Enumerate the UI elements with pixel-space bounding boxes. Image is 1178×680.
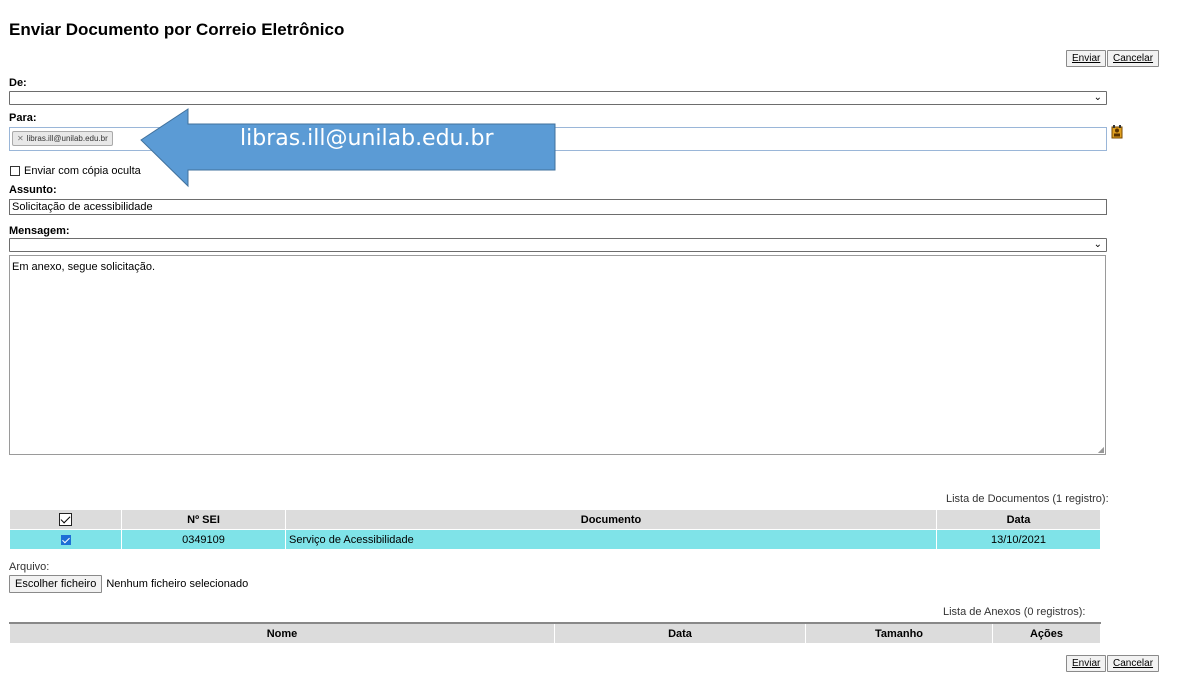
from-select[interactable]: ⌄ <box>9 91 1107 105</box>
attachment-date-header: Data <box>554 622 806 644</box>
contacts-icon[interactable] <box>1110 124 1124 140</box>
sei-cell: 0349109 <box>121 529 286 550</box>
remove-recipient-icon[interactable]: ✕ <box>17 134 24 143</box>
attachments-table: Nome Data Tamanho Ações <box>9 622 1101 644</box>
recipient-tag[interactable]: ✕ libras.ill@unilab.edu.br <box>12 131 113 146</box>
cancel-button-label: Cancelar <box>1113 658 1154 669</box>
send-button-bottom[interactable]: Enviar <box>1066 655 1107 672</box>
send-button-label: Enviar <box>1072 658 1101 669</box>
message-label: Mensagem: <box>9 225 70 237</box>
bcc-checkbox[interactable] <box>10 166 20 176</box>
resize-handle-icon[interactable]: ◢ <box>1098 445 1104 454</box>
document-header: Documento <box>285 509 937 530</box>
bcc-option[interactable]: Enviar com cópia oculta <box>10 165 141 177</box>
date-header: Data <box>936 509 1101 530</box>
cancel-button-label: Cancelar <box>1113 53 1154 64</box>
from-label: De: <box>9 77 27 89</box>
actions-header: Ações <box>992 622 1101 644</box>
choose-file-button[interactable]: Escolher ficheiro <box>9 575 103 593</box>
message-textarea[interactable]: Em anexo, segue solicitação. ◢ <box>9 255 1106 455</box>
page-title: Enviar Documento por Correio Eletrônico <box>9 20 345 39</box>
date-cell: 13/10/2021 <box>936 529 1101 550</box>
subject-input[interactable]: Solicitação de acessibilidade <box>9 199 1107 215</box>
select-all-checkbox[interactable] <box>59 513 72 526</box>
size-header: Tamanho <box>805 622 993 644</box>
attachments-caption: Lista de Anexos (0 registros): <box>943 606 1086 618</box>
to-label: Para: <box>9 112 37 124</box>
sei-header: Nº SEI <box>121 509 286 530</box>
file-picker[interactable]: Escolher ficheiro Nenhum ficheiro seleci… <box>9 575 248 593</box>
message-template-select[interactable]: ⌄ <box>9 238 1107 252</box>
row-checkbox[interactable] <box>60 534 71 545</box>
send-button-top[interactable]: Enviar <box>1066 50 1107 67</box>
document-cell: Serviço de Acessibilidade <box>285 529 937 550</box>
subject-value: Solicitação de acessibilidade <box>12 201 153 213</box>
documents-header-row: Nº SEI Documento Data <box>9 509 1101 530</box>
chevron-down-icon: ⌄ <box>1093 239 1102 250</box>
subject-label: Assunto: <box>9 184 57 196</box>
select-all-header[interactable] <box>9 509 122 530</box>
no-file-text: Nenhum ficheiro selecionado <box>106 578 249 590</box>
documents-table: Nº SEI Documento Data 0349109 Serviço de… <box>9 509 1101 550</box>
cancel-button-bottom[interactable]: Cancelar <box>1107 655 1160 672</box>
chevron-down-icon: ⌄ <box>1093 92 1102 103</box>
file-label: Arquivo: <box>9 561 50 573</box>
send-button-label: Enviar <box>1072 53 1101 64</box>
bcc-label: Enviar com cópia oculta <box>24 165 141 177</box>
cancel-button-top[interactable]: Cancelar <box>1107 50 1160 67</box>
table-row[interactable]: 0349109 Serviço de Acessibilidade 13/10/… <box>9 529 1101 550</box>
message-body: Em anexo, segue solicitação. <box>12 261 156 273</box>
documents-caption: Lista de Documentos (1 registro): <box>946 493 1109 505</box>
row-select-cell[interactable] <box>9 529 122 550</box>
recipient-tag-label: libras.ill@unilab.edu.br <box>26 134 108 143</box>
attachments-header-row: Nome Data Tamanho Ações <box>9 622 1101 644</box>
annotation-text: libras.ill@unilab.edu.br <box>240 126 494 151</box>
name-header: Nome <box>9 622 555 644</box>
